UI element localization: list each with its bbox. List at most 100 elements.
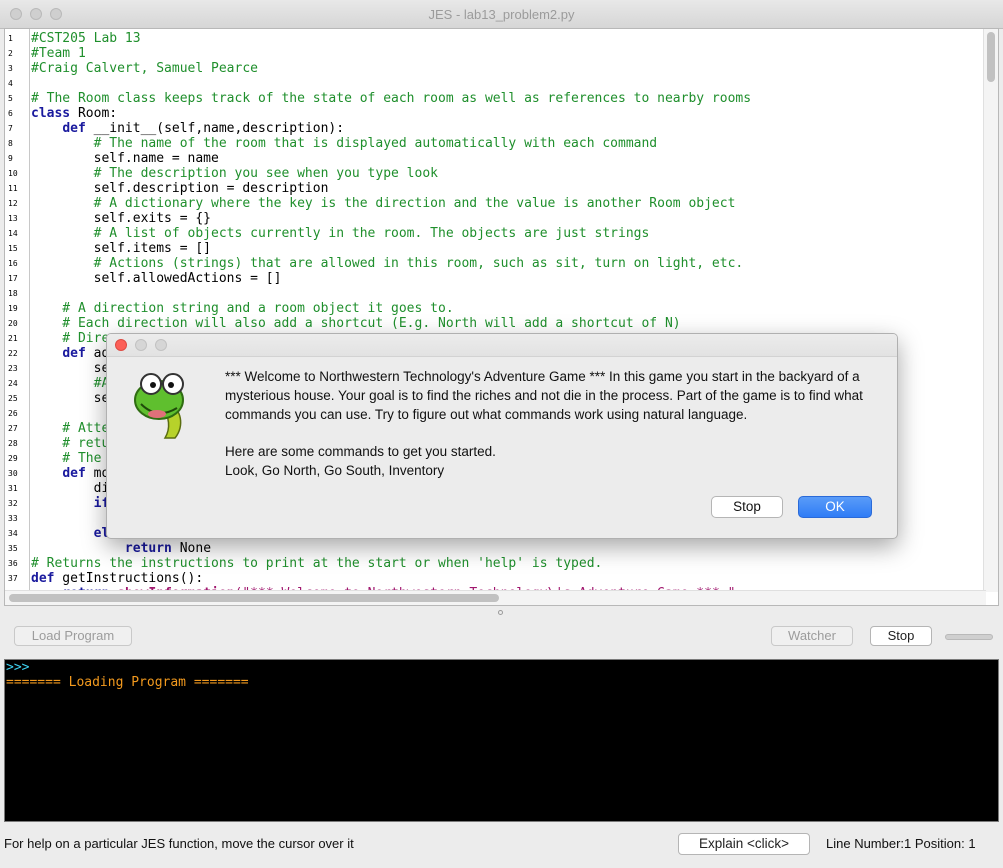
code-token: # The Room class keeps track of the stat… — [31, 91, 752, 106]
code-token: return — [124, 541, 172, 556]
code-token: None — [171, 541, 212, 556]
line-number: 28 — [8, 439, 18, 448]
line-number: 37 — [8, 574, 18, 583]
code-token: #Craig Calvert, Samuel Pearce — [31, 61, 258, 76]
code-token: def — [62, 466, 86, 481]
line-number: 5 — [8, 94, 13, 103]
code-line[interactable]: self.exits = {} — [31, 211, 211, 226]
line-number: 16 — [8, 259, 18, 268]
code-token: # Returns the instructions to print at t… — [31, 556, 603, 571]
line-number: 12 — [8, 199, 18, 208]
code-line[interactable]: #Team 1 — [31, 46, 86, 61]
explain-button[interactable]: Explain <click> — [678, 833, 810, 855]
code-line[interactable]: # The description you see when you type … — [31, 166, 438, 181]
code-line[interactable]: return None — [31, 541, 211, 556]
code-token: # A direction string and a room object i… — [31, 301, 454, 316]
code-token: se — [31, 391, 110, 406]
code-token: # Actions (strings) that are allowed in … — [31, 256, 744, 271]
code-line[interactable]: se — [31, 391, 110, 406]
line-number: 22 — [8, 349, 18, 358]
line-number: 30 — [8, 469, 18, 478]
code-token: self.items = [] — [31, 241, 212, 256]
code-line[interactable]: def getInstructions(): — [31, 571, 203, 586]
code-token: getInstructions(): — [54, 571, 204, 586]
code-line[interactable]: #A — [31, 376, 110, 391]
code-line[interactable]: # The name of the room that is displayed… — [31, 136, 658, 151]
window-title: JES - lab13_problem2.py — [428, 7, 575, 22]
stop-button[interactable]: Stop — [870, 626, 932, 646]
line-number: 23 — [8, 364, 18, 373]
code-token: self.exits = {} — [31, 211, 212, 226]
code-line[interactable]: se — [31, 361, 110, 376]
code-line[interactable]: # Returns the instructions to print at t… — [31, 556, 602, 571]
line-number: 13 — [8, 214, 18, 223]
dialog-message-paragraph-1: *** Welcome to Northwestern Technology's… — [225, 369, 863, 422]
code-token: self.allowedActions = [] — [31, 271, 282, 286]
load-program-button[interactable]: Load Program — [14, 626, 132, 646]
code-line[interactable]: # The Room class keeps track of the stat… — [31, 91, 751, 106]
code-token: #A — [31, 376, 110, 391]
code-line[interactable]: el — [31, 526, 110, 541]
dialog-message: *** Welcome to Northwestern Technology's… — [225, 367, 885, 480]
dialog-stop-button[interactable]: Stop — [711, 496, 783, 518]
dialog-zoom-button — [155, 339, 167, 351]
editor-vertical-scrollbar[interactable] — [983, 29, 998, 592]
code-token: # The description you see when you type … — [31, 166, 438, 181]
code-line[interactable]: #CST205 Lab 13 — [31, 31, 141, 46]
code-line[interactable]: def mo — [31, 466, 109, 481]
code-line[interactable]: # A direction string and a room object i… — [31, 301, 454, 316]
code-line[interactable]: self.allowedActions = [] — [31, 271, 282, 286]
code-line[interactable]: if — [31, 496, 110, 511]
code-token: # The — [31, 451, 102, 466]
code-line[interactable]: self.name = name — [31, 151, 219, 166]
code-line[interactable]: # A dictionary where the key is the dire… — [31, 196, 736, 211]
code-line[interactable]: def __init__(self,name,description): — [31, 121, 344, 136]
cursor-position: Line Number:1 Position: 1 — [826, 836, 976, 851]
code-token: # A list of objects currently in the roo… — [31, 226, 650, 241]
code-line[interactable]: def ad — [31, 346, 109, 361]
code-line[interactable]: # Actions (strings) that are allowed in … — [31, 256, 744, 271]
code-line[interactable]: # A list of objects currently in the roo… — [31, 226, 650, 241]
code-line[interactable]: # Each direction will also add a shortcu… — [31, 316, 681, 331]
code-line[interactable]: di — [31, 481, 110, 496]
code-token: def — [31, 571, 55, 586]
line-number: 17 — [8, 274, 18, 283]
dialog-close-button[interactable] — [115, 339, 127, 351]
code-line[interactable]: class Room: — [31, 106, 117, 121]
code-line[interactable]: # Dire — [31, 331, 109, 346]
line-number: 14 — [8, 229, 18, 238]
split-pane-handle[interactable] — [498, 610, 503, 615]
dialog-minimize-button — [135, 339, 147, 351]
command-console[interactable]: >>> ======= Loading Program ======= — [4, 659, 999, 822]
window-titlebar: JES - lab13_problem2.py — [0, 0, 1003, 29]
code-line[interactable]: #Craig Calvert, Samuel Pearce — [31, 61, 258, 76]
code-token: self.name = name — [31, 151, 219, 166]
line-number: 9 — [8, 154, 13, 163]
line-number: 19 — [8, 304, 18, 313]
line-number: 32 — [8, 499, 18, 508]
code-line[interactable]: # Atte — [31, 421, 109, 436]
line-number: 21 — [8, 334, 18, 343]
editor-horizontal-scrollbar[interactable] — [5, 590, 986, 605]
console-prompt: >>> — [6, 660, 30, 675]
editor-vertical-scroll-thumb[interactable] — [987, 32, 995, 82]
dialog-ok-button[interactable]: OK — [798, 496, 872, 518]
watcher-button[interactable]: Watcher — [771, 626, 853, 646]
line-number: 7 — [8, 124, 13, 133]
code-token: se — [31, 361, 110, 376]
code-line[interactable]: # The — [31, 451, 101, 466]
code-line[interactable]: self.items = [] — [31, 241, 211, 256]
code-token: class — [31, 106, 71, 121]
line-number: 20 — [8, 319, 18, 328]
code-token: # Each direction will also add a shortcu… — [31, 316, 681, 331]
line-number: 6 — [8, 109, 13, 118]
code-line[interactable]: # retu — [31, 436, 109, 451]
line-number: 33 — [8, 514, 18, 523]
console-loading-message: ======= Loading Program ======= — [6, 675, 249, 690]
code-line[interactable]: self.description = description — [31, 181, 329, 196]
editor-horizontal-scroll-thumb[interactable] — [9, 594, 499, 602]
code-token: def — [62, 346, 86, 361]
